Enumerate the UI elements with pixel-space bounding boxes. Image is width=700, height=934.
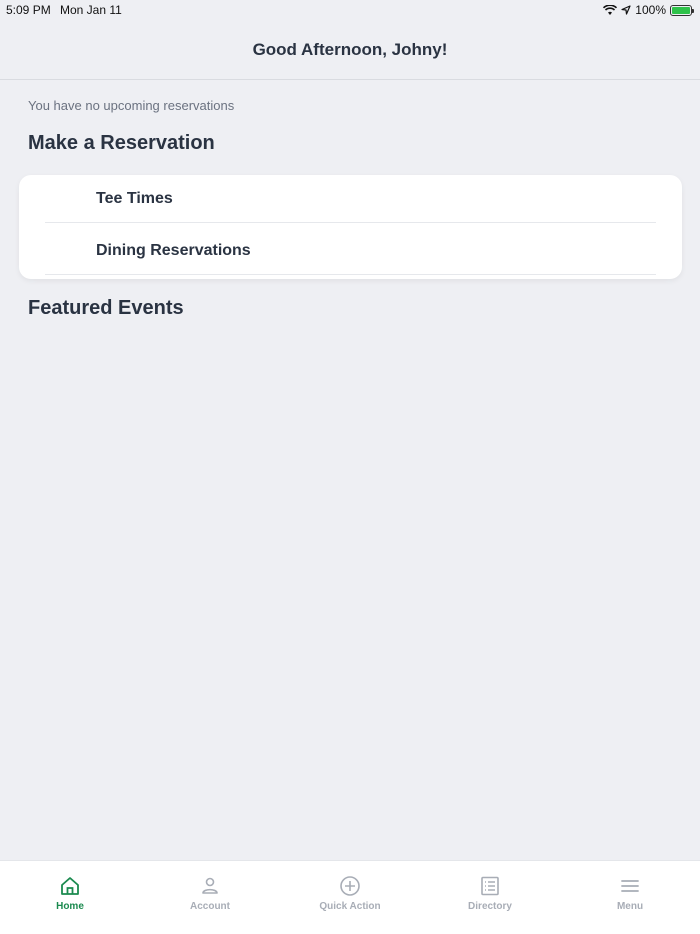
tab-home[interactable]: Home	[0, 861, 140, 934]
battery-percent: 100%	[635, 3, 666, 17]
dining-reservations-item[interactable]: Dining Reservations	[45, 227, 656, 275]
person-icon	[202, 877, 218, 894]
wifi-icon	[603, 4, 618, 15]
status-time: 5:09 PM	[6, 3, 51, 17]
status-date: Mon Jan 11	[60, 3, 122, 17]
tab-account[interactable]: Account	[140, 861, 280, 934]
tab-label: Menu	[616, 901, 644, 912]
battery-icon	[670, 4, 694, 16]
status-bar: 5:09 PM Mon Jan 11 100%	[0, 0, 700, 20]
tab-menu[interactable]: Menu	[560, 861, 700, 934]
tab-label: Directory	[468, 901, 512, 912]
tab-label: Account	[190, 901, 230, 912]
status-indicators: 100%	[603, 3, 694, 17]
tee-times-item[interactable]: Tee Times	[45, 175, 656, 223]
no-reservations-message: You have no upcoming reservations	[28, 98, 235, 113]
home-icon	[61, 877, 79, 895]
location-arrow-icon	[621, 5, 631, 15]
hamburger-icon	[621, 880, 639, 892]
plus-circle-icon	[340, 876, 360, 896]
make-reservation-title: Make a Reservation	[28, 132, 215, 154]
reservation-card: Tee Times Dining Reservations	[19, 175, 682, 279]
greeting-title: Good Afternoon, Johny!	[252, 39, 448, 59]
tab-label: Home	[56, 901, 84, 912]
tab-label: Quick Action	[319, 901, 381, 912]
featured-events-title: Featured Events	[28, 297, 184, 319]
header: Good Afternoon, Johny!	[0, 20, 700, 80]
tab-quick-action[interactable]: Quick Action	[280, 861, 420, 934]
tab-directory[interactable]: Directory	[420, 861, 560, 934]
list-icon	[481, 876, 499, 896]
tab-bar: Home Account Quick Action Directory Menu	[0, 860, 700, 934]
